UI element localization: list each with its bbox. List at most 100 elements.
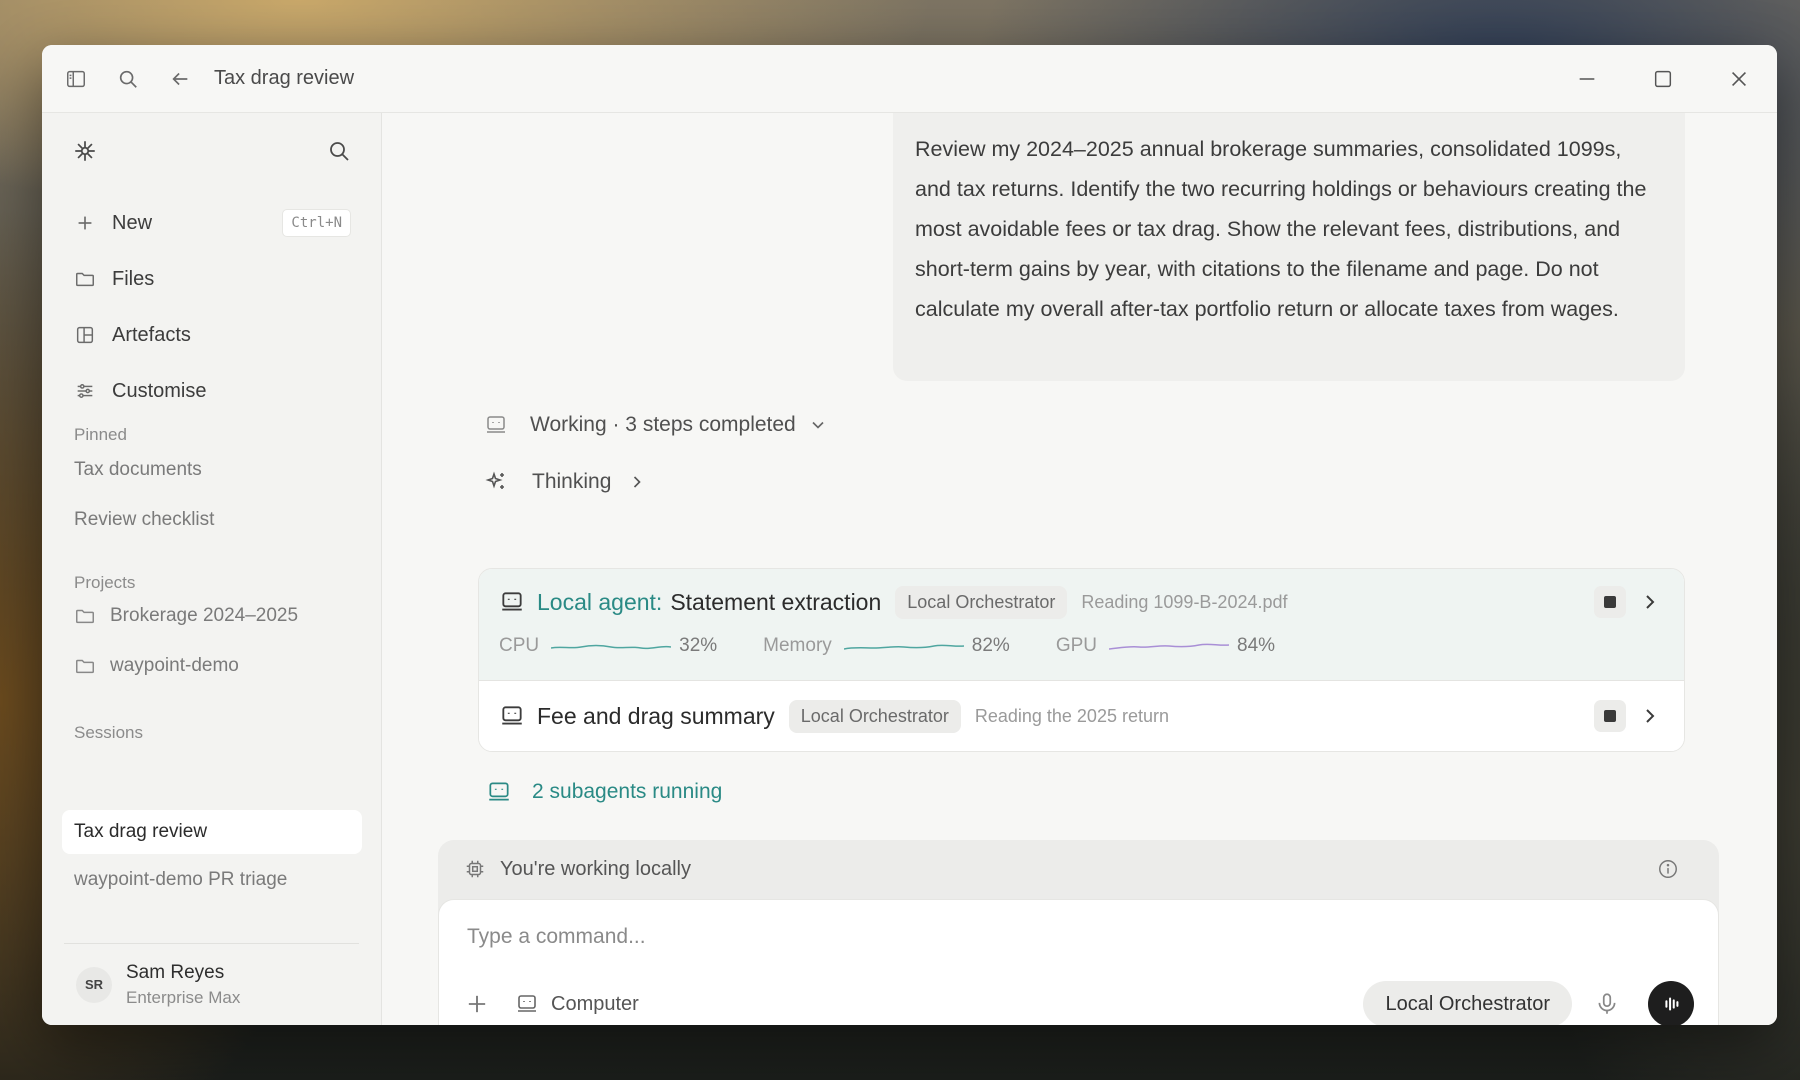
project-item-waypoint-demo[interactable]: waypoint-demo bbox=[74, 655, 239, 677]
pinned-item-tax-documents[interactable]: Tax documents bbox=[74, 459, 202, 481]
sparkle-icon bbox=[485, 471, 504, 489]
task-statement-extraction[interactable]: Local agent: Statement extraction Local O… bbox=[479, 569, 1684, 681]
nav-customise[interactable]: Customise bbox=[64, 363, 359, 419]
metric-value: 84% bbox=[1237, 635, 1276, 656]
nav-files[interactable]: Files bbox=[64, 251, 359, 307]
computer-icon bbox=[502, 706, 522, 725]
subagents-running-link[interactable]: 2 subagents running bbox=[486, 779, 722, 805]
plus-icon bbox=[78, 216, 92, 230]
cpu-sparkline bbox=[551, 644, 672, 650]
sidebar: New Ctrl+N Files Artefacts Customise Pin… bbox=[42, 113, 382, 1025]
task-fee-and-drag-summary[interactable]: Fee and drag summary Local Orchestrator … bbox=[479, 681, 1684, 751]
computer-icon bbox=[518, 995, 536, 1012]
close-icon[interactable] bbox=[1701, 45, 1777, 113]
artefacts-icon bbox=[76, 326, 94, 344]
working-status-label: Working · 3 steps completed bbox=[530, 413, 796, 436]
sliders-icon bbox=[77, 384, 93, 398]
task-header: Fee and drag summary Local Orchestrator … bbox=[499, 699, 1169, 733]
nav-artefacts[interactable]: Artefacts bbox=[64, 307, 359, 363]
sidebar-toggle-icon[interactable] bbox=[50, 45, 102, 113]
avatar: SR bbox=[76, 966, 112, 1003]
orchestrator-chip: Local Orchestrator bbox=[788, 699, 961, 733]
composer-area: You're working locally Computer Local Or… bbox=[438, 840, 1719, 1025]
sidebar-nav: New Ctrl+N Files Artefacts Customise bbox=[64, 195, 359, 419]
session-item-waypoint-pr-triage[interactable]: waypoint-demo PR triage bbox=[74, 869, 287, 891]
stop-task-button[interactable] bbox=[1594, 700, 1626, 732]
user-message-bubble: Review my 2024–2025 annual brokerage sum… bbox=[893, 113, 1685, 381]
orchestrator-selector[interactable]: Local Orchestrator bbox=[1363, 981, 1572, 1025]
thinking-toggle[interactable]: Thinking bbox=[484, 465, 647, 499]
new-shortcut-hint: Ctrl+N bbox=[282, 209, 351, 237]
composer-toolbar: Computer Local Orchestrator bbox=[463, 981, 1694, 1025]
sessions-section-label: Sessions bbox=[74, 723, 143, 742]
folder-icon bbox=[76, 659, 94, 674]
metric-value: 32% bbox=[679, 635, 718, 656]
computer-icon bbox=[489, 782, 509, 801]
nav-new-label: New bbox=[112, 211, 153, 234]
projects-section-label: Projects bbox=[74, 573, 136, 592]
nav-files-label: Files bbox=[112, 267, 155, 290]
memory-sparkline bbox=[843, 644, 964, 650]
metric-label: GPU bbox=[1055, 635, 1097, 656]
back-arrow-icon[interactable] bbox=[154, 45, 206, 113]
user-name: Sam Reyes bbox=[126, 961, 225, 983]
computer-icon bbox=[502, 592, 522, 611]
computer-mode-label: Computer bbox=[551, 992, 639, 1015]
composer-actions: Local Orchestrator bbox=[1363, 981, 1694, 1025]
project-label: waypoint-demo bbox=[110, 655, 239, 676]
computer-icon bbox=[487, 416, 505, 433]
pinned-item-review-checklist[interactable]: Review checklist bbox=[74, 509, 214, 531]
window-controls bbox=[1549, 45, 1777, 113]
memory-metric: Memory 82% bbox=[763, 635, 1010, 657]
computer-mode-button[interactable]: Computer bbox=[515, 992, 639, 1016]
title-bar: Tax drag review bbox=[42, 45, 1777, 113]
thinking-label: Thinking bbox=[532, 470, 612, 493]
local-mode-notice: You're working locally bbox=[464, 852, 1693, 886]
task-status: Reading the 2025 return bbox=[974, 705, 1169, 726]
user-plan: Enterprise Max bbox=[126, 987, 241, 1007]
session-item-tax-drag-review[interactable]: Tax drag review bbox=[62, 810, 362, 854]
command-composer: Computer Local Orchestrator bbox=[438, 899, 1719, 1025]
app-window: Tax drag review New Ctrl+N Files Artefac… bbox=[42, 45, 1777, 1025]
voice-mode-button[interactable] bbox=[1648, 981, 1694, 1025]
task-header: Local agent: Statement extraction Local O… bbox=[499, 585, 1288, 619]
chevron-right-icon[interactable] bbox=[1638, 704, 1662, 728]
pinned-section-label: Pinned bbox=[74, 425, 127, 444]
maximize-icon[interactable] bbox=[1625, 45, 1701, 113]
waveform-icon bbox=[1665, 997, 1679, 1011]
resource-metrics: CPU 32% Memory 82% GPU 84% bbox=[499, 635, 1321, 657]
metric-value: 82% bbox=[971, 635, 1010, 656]
user-profile[interactable]: SR Sam Reyes Enterprise Max bbox=[64, 943, 359, 1025]
chevron-right-icon[interactable] bbox=[1638, 590, 1662, 614]
task-title: Statement extraction bbox=[670, 588, 882, 615]
orchestrator-chip: Local Orchestrator bbox=[895, 585, 1068, 619]
project-label: Brokerage 2024–2025 bbox=[110, 605, 299, 626]
sidebar-search-icon[interactable] bbox=[327, 139, 351, 168]
gpu-sparkline bbox=[1109, 643, 1229, 650]
cpu-metric: CPU 32% bbox=[499, 635, 717, 657]
info-icon[interactable] bbox=[1657, 858, 1679, 880]
chevron-right-icon bbox=[634, 476, 642, 488]
app-logo-icon[interactable] bbox=[72, 138, 98, 169]
nav-customise-label: Customise bbox=[112, 379, 207, 402]
window-title: Tax drag review bbox=[214, 67, 355, 89]
chip-icon bbox=[466, 860, 484, 878]
working-status-toggle[interactable]: Working · 3 steps completed bbox=[484, 408, 828, 442]
project-item-brokerage[interactable]: Brokerage 2024–2025 bbox=[74, 605, 298, 627]
minimize-icon[interactable] bbox=[1549, 45, 1625, 113]
microphone-icon[interactable] bbox=[1594, 991, 1620, 1017]
command-input[interactable] bbox=[467, 920, 1367, 954]
metric-label: CPU bbox=[499, 635, 540, 656]
search-icon[interactable] bbox=[102, 45, 154, 113]
subagents-running-label: 2 subagents running bbox=[532, 780, 723, 803]
chevron-down-icon bbox=[812, 421, 824, 429]
task-agent-prefix: Local agent: bbox=[537, 588, 663, 615]
nav-new[interactable]: New Ctrl+N bbox=[64, 195, 359, 251]
attach-plus-icon[interactable] bbox=[463, 990, 491, 1018]
nav-artefacts-label: Artefacts bbox=[112, 323, 191, 346]
folder-icon bbox=[76, 609, 94, 624]
stop-task-button[interactable] bbox=[1594, 586, 1626, 618]
sidebar-header bbox=[72, 135, 351, 171]
task-status: Reading 1099-B-2024.pdf bbox=[1081, 591, 1288, 612]
folder-icon bbox=[76, 272, 94, 287]
